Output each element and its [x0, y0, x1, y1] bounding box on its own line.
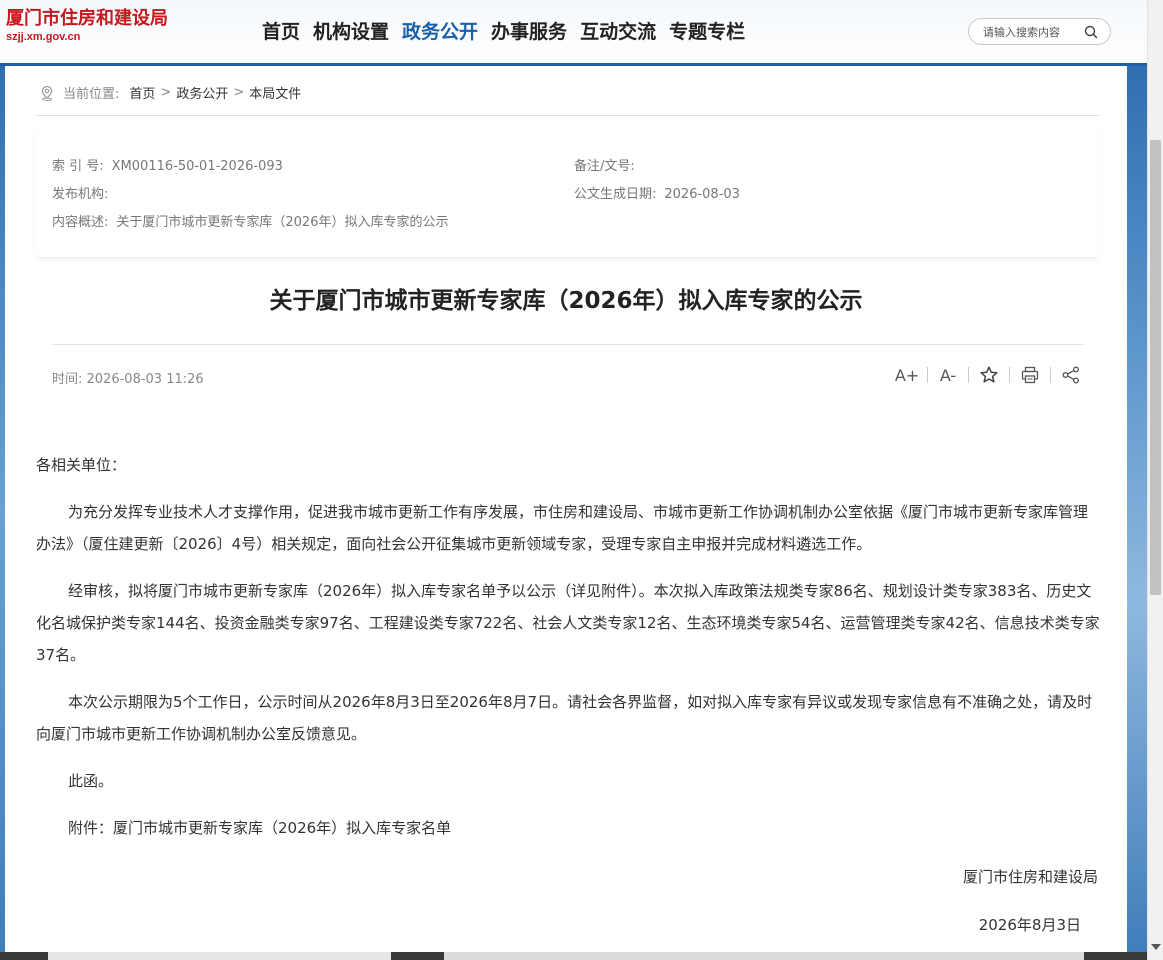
meta-summary-label: 内容概述: [52, 215, 109, 230]
attachment-link[interactable]: 附件：厦门市城市更新专家库（2026年）拟入库专家名单 [36, 812, 1101, 844]
meta-summary: 内容概述: 关于厦门市城市更新专家库（2026年）拟入库专家的公示 [52, 211, 448, 230]
article-body: 各相关单位： 为充分发挥专业技术人才支撑作用，促进我市城市更新工作有序发展，市住… [36, 449, 1101, 859]
signature-date: 2026年8月3日 [978, 916, 1081, 934]
nav-item-services[interactable]: 办事服务 [491, 18, 567, 46]
nav-item-home[interactable]: 首页 [262, 18, 300, 46]
paragraph: 经审核，拟将厦门市城市更新专家库（2026年）拟入库专家名单予以公示（详见附件）… [36, 582, 1100, 664]
meta-index: 索 引 号: XM00116-50-01-2026-093 [52, 155, 283, 174]
publish-time: 时间: 2026-08-03 11:26 [52, 368, 204, 387]
meta-index-value: XM00116-50-01-2026-093 [111, 159, 283, 174]
document-meta: 索 引 号: XM00116-50-01-2026-093 备注/文号: 发布机构… [35, 117, 1100, 257]
breadcrumb-label: 当前位置: [63, 87, 120, 102]
paragraph: 本次公示期限为5个工作日，公示时间从2026年8月3日至2026年8月7日。请社… [36, 693, 1093, 743]
meta-publisher-label: 发布机构: [52, 187, 109, 202]
toolbar-divider [968, 367, 969, 383]
toolbar-divider [927, 367, 928, 383]
search-input[interactable] [983, 24, 1083, 40]
favorite-button[interactable] [977, 364, 1001, 386]
article-toolbar: A+ A- [895, 364, 1083, 386]
toolbar-divider [1050, 367, 1051, 383]
location-pin-icon [41, 85, 53, 101]
font-smaller-icon: A- [939, 365, 957, 385]
meta-note: 备注/文号: [574, 155, 643, 174]
print-icon [1021, 366, 1039, 384]
toolbar-divider [1009, 367, 1010, 383]
print-button[interactable] [1018, 364, 1042, 386]
meta-note-label: 备注/文号: [574, 159, 635, 174]
meta-index-label: 索 引 号: [52, 159, 104, 174]
publish-time-value: 2026-08-03 11:26 [86, 372, 204, 387]
bottom-strip [0, 952, 1147, 960]
breadcrumb-separator: > [160, 85, 172, 100]
meta-publisher: 发布机构: [52, 183, 116, 202]
font-larger-icon: A+ [894, 365, 920, 385]
search-icon[interactable] [1083, 24, 1099, 40]
signature-org: 厦门市住房和建设局 [962, 868, 1098, 886]
breadcrumb: 当前位置: 首页 > 政务公开 > 本局文件 [39, 83, 301, 102]
nav-item-topics[interactable]: 专题专栏 [669, 18, 745, 46]
article-page: 当前位置: 首页 > 政务公开 > 本局文件 索 引 号: XM00116-50-… [5, 69, 1127, 952]
star-icon [980, 366, 998, 383]
main-nav: 首页 机构设置 政务公开 办事服务 互动交流 专题专栏 [262, 18, 758, 46]
site-logo[interactable]: 厦门市住房和建设局 szjj.xm.gov.cn [6, 8, 168, 43]
search-box [968, 18, 1111, 45]
meta-summary-value: 关于厦门市城市更新专家库（2026年）拟入库专家的公示 [116, 215, 449, 230]
font-larger-button[interactable]: A+ [895, 364, 919, 386]
nav-item-interaction[interactable]: 互动交流 [580, 18, 656, 46]
logo-domain: szjj.xm.gov.cn [6, 31, 81, 43]
nav-item-organization[interactable]: 机构设置 [313, 18, 389, 46]
publish-time-label: 时间: [52, 372, 83, 387]
bottom-strip-segment [444, 952, 1084, 960]
share-icon [1062, 366, 1079, 384]
breadcrumb-bureau-docs[interactable]: 本局文件 [249, 83, 301, 102]
side-decoration-right [1127, 66, 1147, 960]
breadcrumb-separator: > [233, 85, 245, 100]
divider [35, 115, 1100, 116]
divider [53, 344, 1083, 345]
paragraph: 为充分发挥专业技术人才支撑作用，促进我市城市更新工作有序发展，市住房和建设局、市… [36, 503, 1089, 553]
meta-date: 公文生成日期: 2026-08-03 [574, 183, 740, 202]
vertical-scrollbar[interactable] [1147, 0, 1163, 960]
site-header: 厦门市住房和建设局 szjj.xm.gov.cn 首页 机构设置 政务公开 办事… [0, 0, 1163, 66]
breadcrumb-gov-affairs[interactable]: 政务公开 [176, 83, 228, 102]
logo-title: 厦门市住房和建设局 [6, 8, 168, 29]
bottom-strip-segment [48, 952, 391, 960]
greeting: 各相关单位： [36, 456, 127, 474]
scroll-down-arrow-icon[interactable] [1151, 944, 1161, 950]
breadcrumb-home[interactable]: 首页 [129, 83, 155, 102]
meta-date-label: 公文生成日期: [574, 187, 657, 202]
paragraph: 此函。 [68, 772, 114, 790]
share-button[interactable] [1059, 364, 1083, 386]
scrollbar-thumb[interactable] [1150, 140, 1161, 595]
font-smaller-button[interactable]: A- [936, 364, 960, 386]
nav-item-gov-affairs[interactable]: 政务公开 [402, 18, 478, 46]
article-title: 关于厦门市城市更新专家库（2026年）拟入库专家的公示 [269, 288, 863, 314]
meta-date-value: 2026-08-03 [664, 187, 740, 202]
